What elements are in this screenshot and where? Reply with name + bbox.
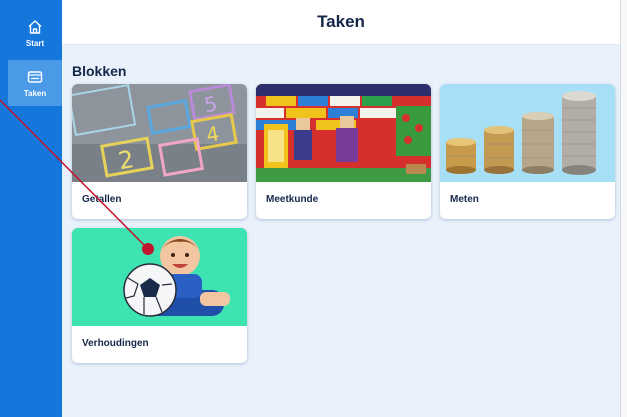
- hopscotch-numbers-image: 5 4 2: [72, 84, 247, 182]
- tasks-icon: [27, 70, 43, 83]
- top-bar: Taken: [62, 0, 620, 45]
- page-title: Taken: [317, 12, 365, 31]
- card-meetkunde[interactable]: Meetkunde: [256, 84, 431, 219]
- lego-building-image: [256, 84, 431, 182]
- card-label: Meetkunde: [266, 194, 319, 205]
- sidebar-item-taken[interactable]: Taken: [8, 60, 62, 106]
- coin-stacks-image: [440, 84, 615, 182]
- window-edge: [620, 0, 627, 417]
- card-meten[interactable]: Meten: [440, 84, 615, 219]
- card-getallen[interactable]: 5 4 2 Getallen: [72, 84, 247, 219]
- sidebar-item-start[interactable]: Start: [8, 10, 62, 56]
- card-verhoudingen[interactable]: Verhoudingen: [72, 228, 247, 363]
- card-label: Meten: [450, 194, 479, 205]
- home-icon: [28, 19, 42, 34]
- card-label: Verhoudingen: [82, 338, 149, 349]
- card-label: Getallen: [82, 194, 122, 205]
- child-with-football-image: [72, 228, 247, 326]
- sidebar-item-label: Taken: [23, 88, 47, 98]
- section-title: Blokken: [72, 63, 127, 79]
- sidebar-item-label: Start: [25, 38, 45, 48]
- main-content: Blokken 5 4 2 Getallen Meetkunde Meten V…: [62, 45, 620, 417]
- sidebar: Start Taken: [0, 0, 62, 417]
